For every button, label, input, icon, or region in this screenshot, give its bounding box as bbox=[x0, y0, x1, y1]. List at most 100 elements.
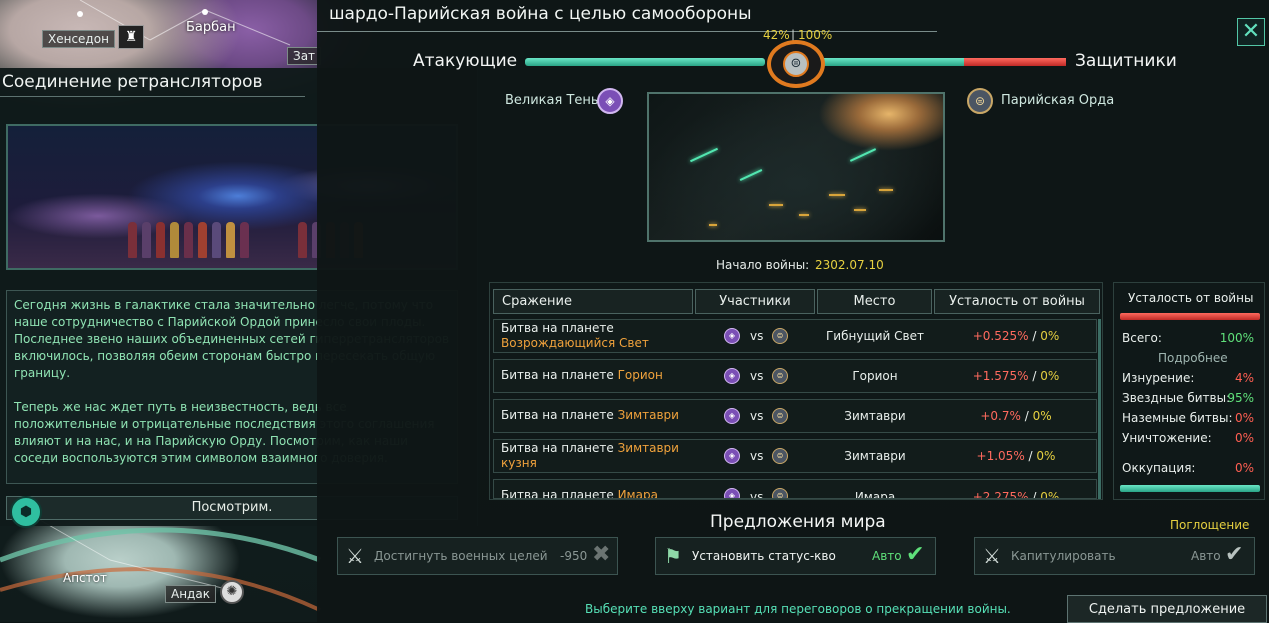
defender-loss-bar bbox=[964, 58, 1066, 66]
column-header: Сражение bbox=[493, 289, 693, 314]
exhaustion-item-label: Звездные битвы: bbox=[1122, 391, 1231, 405]
war-image bbox=[647, 92, 945, 242]
check-icon: ✔ bbox=[1225, 542, 1244, 567]
peace-option-war-goals[interactable]: ⚔ Достигнуть военных целей -950 ✖ bbox=[337, 537, 618, 575]
attacker-name[interactable]: Великая Тень bbox=[505, 93, 599, 108]
battle-place: Зимтаври bbox=[844, 409, 906, 423]
attacker-emblem-icon: ◈ bbox=[724, 408, 740, 424]
planet-link[interactable]: Горион bbox=[618, 368, 663, 382]
battle-name: Битва на планете Горион bbox=[501, 368, 663, 382]
planet-link[interactable]: Зимтаври bbox=[618, 408, 679, 422]
scrollbar[interactable] bbox=[1098, 319, 1101, 499]
war-window: шардо-Парийская война с целью самооборон… bbox=[317, 0, 1269, 623]
peace-option-status-quo[interactable]: ⚑ Установить статус-кво Авто ✔ bbox=[655, 537, 936, 575]
attacker-emblem-icon: ◈ bbox=[724, 488, 740, 498]
gear-icon: ✺ bbox=[220, 580, 244, 604]
vs-label: vs bbox=[750, 490, 764, 499]
battle-name: Битва на планете Имара bbox=[501, 488, 691, 498]
exhaustion-item-label: Наземные битвы: bbox=[1122, 411, 1233, 425]
defender-warscore-bar bbox=[819, 58, 964, 66]
castle-icon: ♜ bbox=[118, 25, 144, 49]
exhaustion-item-label: Изнурение: bbox=[1122, 371, 1195, 385]
battle-place: Зимтаври bbox=[844, 449, 906, 463]
exhaustion-item-value: 0% bbox=[1234, 411, 1254, 425]
war-start-date: 2302.07.10 bbox=[815, 258, 884, 272]
defenders-label: Защитники bbox=[1075, 51, 1177, 71]
map-label-hensedon[interactable]: Хенседон bbox=[42, 30, 115, 48]
battle-name: Битва на планете Зимтаври bbox=[501, 408, 679, 422]
table-row[interactable]: Битва на планете Зимтаври кузня ◈ vs ⊜ З… bbox=[493, 439, 1097, 473]
close-button[interactable]: ✕ bbox=[1237, 18, 1265, 46]
war-emblem-icon: ⊜ bbox=[783, 51, 809, 77]
title-divider bbox=[317, 31, 937, 32]
attacker-emblem-icon: ◈ bbox=[724, 448, 740, 464]
peace-title: Предложения мира bbox=[710, 512, 886, 532]
defender-emblem-icon: ⊜ bbox=[772, 448, 788, 464]
exhaustion-panel: Усталость от войны Всего: 100% Подробнее… bbox=[1113, 282, 1265, 500]
defender-emblem-icon[interactable]: ⊜ bbox=[967, 88, 993, 114]
battle-exhaustion: +0.525% / 0% bbox=[972, 329, 1060, 343]
table-row[interactable]: Битва на планете Зимтаври ◈ vs ⊜ Зимтавр… bbox=[493, 399, 1097, 433]
attackers-label: Атакующие bbox=[413, 51, 518, 71]
warscore-attacker: 42% bbox=[763, 28, 790, 42]
defender-emblem-icon: ⊜ bbox=[772, 488, 788, 498]
planet-link[interactable]: Возрождающийся Свет bbox=[501, 336, 649, 350]
defender-emblem-icon: ⊜ bbox=[772, 328, 788, 344]
event-title: Соединение ретрансляторов bbox=[2, 72, 263, 92]
map-label-zat[interactable]: Зат bbox=[287, 47, 322, 65]
map-label-andak[interactable]: Андак bbox=[165, 585, 216, 603]
flags-icon: ⚑ bbox=[664, 544, 682, 568]
title-divider bbox=[0, 96, 305, 97]
absorb-link[interactable]: Поглощение bbox=[1170, 518, 1249, 532]
attacker-emblem-icon[interactable]: ◈ bbox=[597, 88, 623, 114]
attacker-emblem-icon: ◈ bbox=[724, 328, 740, 344]
table-row[interactable]: Битва на планете Возрождающийся Свет ◈ vs… bbox=[493, 319, 1097, 353]
battle-place: Горион bbox=[852, 369, 898, 383]
exhaustion-item-label: Уничтожение: bbox=[1122, 431, 1212, 445]
defender-emblem-icon: ⊜ bbox=[772, 368, 788, 384]
attacker-warscore-bar bbox=[525, 58, 765, 66]
battle-exhaustion: +1.05% / 0% bbox=[976, 449, 1056, 463]
battle-exhaustion: +0.7% / 0% bbox=[980, 409, 1052, 423]
exhaustion-item-value: 0% bbox=[1234, 431, 1254, 445]
vs-label: vs bbox=[750, 329, 764, 343]
table-row[interactable]: Битва на планете Имара ◈ vs ⊜ Имара +2.2… bbox=[493, 479, 1097, 499]
exhaustion-total-label: Всего: bbox=[1122, 331, 1162, 345]
exhaustion-bar bbox=[1120, 313, 1260, 320]
defender-emblem-icon: ⊜ bbox=[772, 408, 788, 424]
war-title: шардо-Парийская война с целью самооборон… bbox=[329, 4, 752, 24]
peace-hint: Выберите вверху вариант для переговоров … bbox=[585, 602, 1011, 616]
propose-button[interactable]: Сделать предложение bbox=[1067, 595, 1267, 623]
battle-place: Имара bbox=[854, 490, 896, 499]
crossed-swords-icon: ⚔ bbox=[346, 544, 364, 568]
exhaustion-title: Усталость от войны bbox=[1128, 291, 1254, 305]
exhaustion-details-link[interactable]: Подробнее bbox=[1158, 351, 1228, 365]
battles-table: Сражение Участники Место Усталость от во… bbox=[489, 282, 1103, 500]
battle-exhaustion: +1.575% / 0% bbox=[972, 369, 1060, 383]
battle-exhaustion: +2.275% / 0% bbox=[972, 490, 1060, 499]
peace-option-capitulate[interactable]: ⚔ Капитулировать Авто ✔ bbox=[974, 537, 1255, 575]
battle-name: Битва на планете Возрождающийся Свет bbox=[501, 321, 649, 350]
occupation-value: 0% bbox=[1234, 461, 1254, 475]
war-start-label: Начало войны: bbox=[716, 258, 810, 272]
defender-name[interactable]: Парийская Орда bbox=[1001, 93, 1114, 108]
occupation-bar bbox=[1120, 485, 1260, 492]
column-header: Место bbox=[817, 289, 932, 314]
check-icon: ✔ bbox=[906, 542, 925, 567]
occupation-label: Оккупация: bbox=[1122, 461, 1196, 475]
planet-link[interactable]: Имара bbox=[618, 488, 658, 498]
battle-name: Битва на планете Зимтаври кузня bbox=[501, 441, 679, 470]
column-header: Участники bbox=[695, 289, 815, 314]
table-row[interactable]: Битва на планете Горион ◈ vs ⊜ Горион +1… bbox=[493, 359, 1097, 393]
battle-place: Гибнущий Свет bbox=[825, 329, 924, 343]
crossed-swords-icon: ⚔ bbox=[983, 544, 1001, 568]
map-label-barban[interactable]: Барбан bbox=[186, 20, 236, 35]
close-icon: ✖ bbox=[592, 542, 611, 567]
exhaustion-item-value: 95% bbox=[1227, 391, 1254, 405]
attacker-emblem-icon: ◈ bbox=[724, 368, 740, 384]
empire-emblem-icon: ⬢ bbox=[10, 496, 42, 528]
vs-label: vs bbox=[750, 449, 764, 463]
warscore-emblem: ⊜ bbox=[767, 40, 825, 88]
exhaustion-item-value: 4% bbox=[1234, 371, 1254, 385]
map-label-apstot[interactable]: Апстот bbox=[63, 571, 107, 585]
